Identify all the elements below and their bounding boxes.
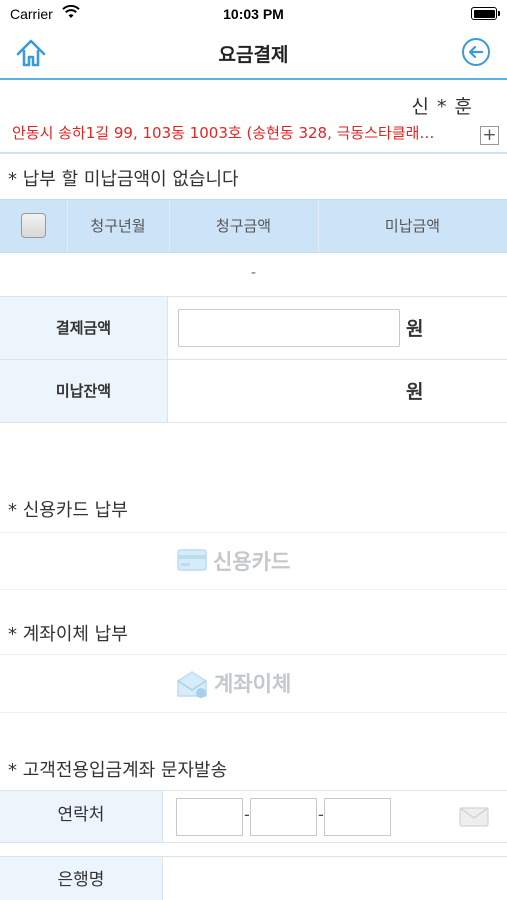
contact-row: 연락처 - -: [0, 790, 507, 843]
expand-address-button[interactable]: +: [480, 126, 499, 145]
customer-name: 신 * 훈: [411, 96, 473, 118]
unpaid-table-header: 청구년월 청구금액 미납금액: [0, 199, 507, 253]
status-bar: Carrier 10:03 PM: [0, 0, 507, 28]
unpaid-balance-row: 미납잔액 원: [0, 360, 507, 423]
bank-row: 은행명: [0, 856, 507, 900]
contact-label: 연락처: [0, 791, 163, 842]
transfer-section-title: * 계좌이체 납부: [8, 624, 128, 645]
table-row-empty: -: [0, 253, 507, 297]
clock: 10:03 PM: [223, 6, 284, 22]
nav-bar: 요금결제: [0, 28, 507, 80]
phone-part-3-input[interactable]: [324, 798, 391, 836]
unpaid-balance-unit: 원: [406, 381, 424, 403]
account-transfer-label: 계좌이체: [214, 672, 292, 696]
customer-address: 안동시 송하1길 99, 103동 1003호 (송현동 328, 극동스타클래…: [12, 124, 435, 142]
battery-icon: [471, 7, 500, 20]
page-title: 요금결제: [218, 44, 289, 66]
credit-card-label: 신용카드: [213, 550, 291, 574]
payment-amount-row: 결제금액 원: [0, 297, 507, 360]
phone-part-2-input[interactable]: [250, 798, 317, 836]
bank-name-label: 은행명: [0, 857, 163, 900]
account-transfer-button[interactable]: 계좌이체: [0, 655, 507, 711]
phone-part-1-input[interactable]: [176, 798, 243, 836]
card-section-title: * 신용카드 납부: [8, 500, 128, 521]
phone-dash-1: -: [244, 805, 250, 824]
customer-info: 신 * 훈 안동시 송하1길 99, 103동 1003호 (송현동 328, …: [0, 82, 507, 154]
select-all-checkbox[interactable]: [21, 213, 46, 238]
payment-amount-label: 결제금액: [0, 297, 168, 359]
payment-amount-unit: 원: [406, 318, 424, 340]
phone-dash-2: -: [318, 805, 324, 824]
sms-section-title: * 고객전용입금계좌 문자발송: [8, 760, 228, 781]
transfer-envelope-icon: [177, 671, 207, 698]
column-unpaid-amount: 미납금액: [384, 217, 441, 235]
unpaid-balance-label: 미납잔액: [0, 360, 168, 422]
send-sms-icon[interactable]: [459, 807, 489, 827]
unpaid-notice: * 납부 할 미납금액이 없습니다: [8, 169, 239, 190]
credit-card-icon: [177, 549, 207, 571]
column-billing-amount: 청구금액: [215, 217, 272, 235]
back-arrow-icon[interactable]: [461, 37, 491, 67]
payment-amount-input[interactable]: [178, 309, 400, 347]
credit-card-button[interactable]: 신용카드: [0, 533, 507, 589]
column-billing-month: 청구년월: [90, 217, 146, 235]
